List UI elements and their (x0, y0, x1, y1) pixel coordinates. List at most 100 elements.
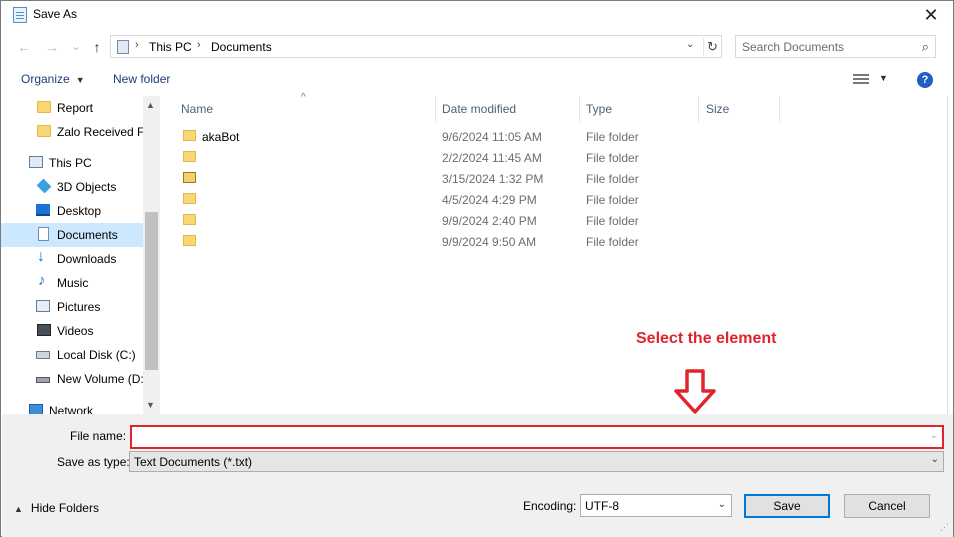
file-row[interactable]: 9/9/2024 9:50 AM File folder (179, 232, 779, 253)
annotation-arrow-down-icon (674, 369, 716, 414)
file-name: akaBot (202, 130, 240, 144)
sidebar-item-documents[interactable]: Documents (1, 223, 143, 247)
code-folder-icon (183, 172, 196, 183)
recent-locations-chevron-icon[interactable]: ⌄ (66, 37, 86, 57)
music-icon (37, 272, 51, 289)
sidebar-item-music[interactable]: Music (1, 271, 143, 295)
sidebar-item-this-pc[interactable]: This PC (1, 151, 143, 175)
file-name-label: File name: (70, 429, 127, 443)
scroll-up-icon[interactable]: ▲ (146, 100, 155, 110)
file-name-field[interactable]: ⌄ (130, 425, 944, 449)
sidebar-item-desktop[interactable]: Desktop (1, 199, 143, 223)
change-view-icon[interactable] (853, 73, 869, 85)
cancel-button[interactable]: Cancel (844, 494, 930, 518)
3d-objects-icon (36, 178, 52, 194)
column-header-size[interactable]: Size (706, 102, 729, 116)
forward-arrow-icon[interactable]: → (42, 37, 62, 57)
folder-icon (37, 101, 51, 113)
sidebar-scrollbar[interactable]: ▲ ▼ (143, 96, 160, 414)
sort-ascending-icon: ^ (301, 92, 306, 103)
breadcrumb-chevron-icon: › (135, 39, 139, 51)
sidebar-item-pictures[interactable]: Pictures (1, 295, 143, 319)
save-as-type-select[interactable]: Text Documents (*.txt) ⌄ (129, 451, 944, 472)
save-as-dialog: Save As ✕ ← → ⌄ ↑ › This PC › Documents … (0, 0, 954, 537)
view-options-caret-icon[interactable]: ▼ (879, 73, 888, 83)
address-dropdown-icon[interactable]: ⌄ (686, 39, 694, 50)
search-box[interactable]: ⌕ (735, 35, 936, 58)
refresh-icon[interactable]: ↻ (703, 38, 721, 56)
sidebar-item-downloads[interactable]: Downloads (1, 247, 143, 271)
videos-icon (37, 324, 51, 336)
file-type: File folder (586, 235, 639, 249)
column-divider[interactable] (779, 96, 780, 122)
breadcrumb-chevron-icon: › (197, 39, 201, 51)
back-arrow-icon[interactable]: ← (14, 37, 34, 57)
sidebar-item-label: Videos (57, 324, 94, 338)
content-border (947, 96, 948, 414)
navigation-bar: ← → ⌄ ↑ › This PC › Documents ⌄ ↻ ⌕ (1, 34, 953, 60)
sidebar-item-videos[interactable]: Videos (1, 319, 143, 343)
hide-folders-label: Hide Folders (30, 501, 99, 515)
sidebar-item-label: This PC (49, 156, 92, 170)
file-date: 9/9/2024 9:50 AM (442, 235, 537, 249)
encoding-value: UTF-8 (585, 499, 619, 513)
column-divider[interactable] (698, 96, 699, 122)
file-row[interactable]: 4/5/2024 4:29 PM File folder (179, 190, 779, 211)
pictures-icon (36, 300, 50, 312)
search-icon: ⌕ (921, 39, 929, 54)
file-name-input[interactable] (135, 429, 915, 445)
column-header-type[interactable]: Type (586, 102, 612, 116)
column-header-name[interactable]: Name (181, 102, 213, 116)
scrollbar-thumb[interactable] (145, 212, 158, 370)
file-row[interactable]: 9/9/2024 2:40 PM File folder (179, 211, 779, 232)
file-type: File folder (586, 172, 639, 186)
sidebar-item-3d-objects[interactable]: 3D Objects (1, 175, 143, 199)
save-button[interactable]: Save (744, 494, 830, 518)
resize-grip-icon[interactable]: ⋰ (940, 522, 949, 533)
address-bar[interactable]: › This PC › Documents ⌄ ↻ (110, 35, 722, 58)
sidebar-item-label: Zalo Received Fi (57, 125, 148, 139)
close-button[interactable]: ✕ (919, 3, 943, 27)
encoding-select[interactable]: UTF-8 ⌄ (580, 494, 732, 517)
network-icon (29, 404, 43, 414)
column-divider[interactable] (435, 96, 436, 122)
file-row[interactable]: 2/2/2024 11:45 AM File folder (179, 148, 779, 169)
sidebar-item-label: Downloads (57, 252, 117, 266)
file-row[interactable]: 3/15/2024 1:32 PM File folder (179, 169, 779, 190)
sidebar-item-new-volume-d[interactable]: New Volume (D:) (1, 367, 148, 391)
file-row[interactable]: akaBot 9/6/2024 11:05 AM File folder (179, 127, 779, 148)
organize-button[interactable]: Organize ▼ (21, 72, 85, 86)
sidebar-item-local-disk-c[interactable]: Local Disk (C:) (1, 343, 143, 367)
local-disk-icon (36, 351, 50, 359)
sidebar-item-label: Music (57, 276, 89, 290)
scroll-down-icon[interactable]: ▼ (146, 400, 155, 410)
navigation-pane: Report Zalo Received Fi This PC 3D Objec… (1, 96, 161, 414)
sidebar-item-label: Report (57, 101, 94, 115)
window-title: Save As (33, 7, 78, 21)
encoding-label: Encoding: (523, 499, 577, 513)
sidebar-item-network[interactable]: Network (1, 399, 143, 414)
file-type: File folder (586, 193, 639, 207)
volume-icon (36, 377, 50, 383)
search-input[interactable] (742, 39, 912, 55)
documents-icon (117, 40, 129, 54)
new-folder-button[interactable]: New folder (113, 72, 170, 86)
column-divider[interactable] (579, 96, 580, 122)
up-arrow-icon[interactable]: ↑ (87, 37, 107, 57)
column-header-date-modified[interactable]: Date modified (442, 102, 516, 116)
help-icon[interactable]: ? (917, 72, 933, 88)
file-type: File folder (586, 151, 639, 165)
sidebar-item-zalo-received-files[interactable]: Zalo Received Fi (1, 120, 147, 144)
folder-icon (37, 125, 51, 137)
folder-icon (183, 235, 196, 246)
file-name-dropdown-icon[interactable]: ⌄ (930, 430, 938, 441)
file-date: 3/15/2024 1:32 PM (442, 172, 544, 186)
breadcrumb-documents[interactable]: Documents (211, 40, 272, 54)
sidebar-item-label: Documents (57, 228, 118, 242)
sidebar-item-report[interactable]: Report (1, 96, 143, 120)
folder-icon (183, 214, 196, 225)
sidebar-item-label: New Volume (D:) (57, 372, 148, 386)
hide-folders-button[interactable]: ▲ Hide Folders (14, 501, 99, 515)
pc-icon (29, 156, 43, 168)
breadcrumb-this-pc[interactable]: This PC (149, 40, 192, 54)
